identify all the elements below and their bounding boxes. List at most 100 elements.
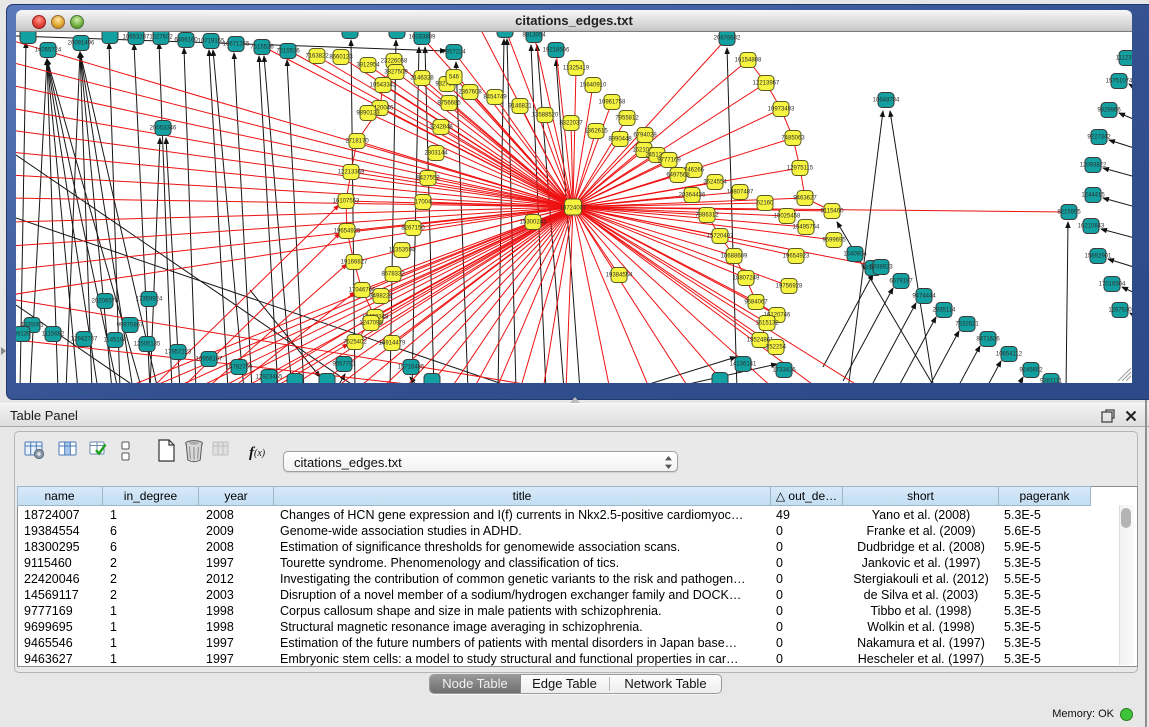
- svg-text:7515526: 7515526: [276, 49, 300, 55]
- svg-text:16107553: 16107553: [333, 199, 360, 205]
- svg-text:19384554: 19384554: [606, 273, 633, 279]
- svg-text:11353594: 11353594: [389, 248, 416, 254]
- svg-text:20364436: 20364436: [679, 193, 706, 199]
- svg-text:8215955: 8215955: [1057, 210, 1081, 216]
- svg-text:10719155: 10719155: [198, 39, 225, 45]
- svg-text:12093822: 12093822: [1080, 163, 1107, 169]
- svg-text:6497568: 6497568: [666, 173, 690, 179]
- svg-text:16033809: 16033809: [409, 35, 436, 41]
- svg-text:7625402: 7625402: [343, 340, 367, 346]
- svg-text:7357224: 7357224: [442, 50, 466, 56]
- svg-text:3624554: 3624554: [703, 180, 727, 186]
- svg-text:17004: 17004: [415, 200, 432, 206]
- svg-text:5938923: 5938923: [869, 265, 893, 271]
- svg-text:10961758: 10961758: [599, 100, 626, 106]
- svg-text:6466160: 6466160: [174, 38, 198, 44]
- svg-text:8678332: 8678332: [381, 272, 405, 278]
- svg-text:16154808: 16154808: [735, 58, 762, 64]
- svg-text:1527602: 1527602: [149, 35, 173, 41]
- svg-text:9115460: 9115460: [821, 209, 845, 215]
- svg-text:15692901: 15692901: [1085, 254, 1112, 260]
- svg-text:1112384: 1112384: [1116, 56, 1132, 62]
- svg-text:8756685: 8756685: [437, 101, 461, 107]
- svg-text:1362615: 1362615: [584, 129, 608, 135]
- svg-text:15720407: 15720407: [707, 234, 734, 240]
- svg-text:12923465: 12923465: [256, 375, 283, 381]
- svg-text:19654923: 19654923: [783, 254, 810, 260]
- svg-text:9146821: 9146821: [508, 104, 532, 110]
- svg-text:8471626: 8471626: [976, 337, 1000, 343]
- svg-text:546: 546: [449, 75, 460, 81]
- svg-text:1145194: 1145194: [104, 338, 128, 344]
- svg-text:13588520: 13588520: [532, 113, 559, 119]
- svg-text:12942737: 12942737: [71, 337, 98, 343]
- svg-text:8660123: 8660123: [329, 55, 353, 61]
- svg-text:3498222: 3498222: [369, 294, 393, 300]
- svg-text:1244415: 1244415: [1081, 193, 1105, 199]
- svg-text:7485063: 7485063: [781, 136, 805, 142]
- svg-text:6679197: 6679197: [889, 279, 913, 285]
- svg-text:3912954: 3912954: [356, 63, 380, 69]
- svg-text:99975867: 99975867: [117, 323, 144, 329]
- svg-text:1267530: 1267530: [1108, 308, 1132, 314]
- svg-text:2803144: 2803144: [424, 151, 448, 157]
- svg-text:16914479: 16914479: [379, 341, 406, 347]
- svg-text:2367608: 2367608: [458, 90, 482, 96]
- svg-text:2935114: 2935114: [933, 308, 957, 314]
- svg-text:39139: 39139: [16, 332, 31, 338]
- svg-text:10654112: 10654112: [996, 352, 1023, 358]
- svg-text:12213967: 12213967: [753, 81, 780, 87]
- svg-text:9657791: 9657791: [332, 362, 356, 368]
- svg-text:20053346: 20053346: [150, 126, 177, 132]
- svg-text:14136141: 14136141: [730, 362, 757, 368]
- svg-text:(x): (x): [254, 448, 266, 459]
- svg-text:11325419: 11325419: [563, 66, 590, 72]
- svg-text:3242848: 3242848: [429, 125, 453, 131]
- svg-text:8322037: 8322037: [559, 121, 583, 127]
- svg-text:1115682: 1115682: [42, 332, 65, 338]
- svg-text:19218506: 19218506: [543, 48, 570, 54]
- svg-text:10973493: 10973493: [768, 107, 795, 113]
- svg-text:18807249: 18807249: [733, 276, 760, 282]
- svg-text:15495754: 15495754: [793, 225, 820, 231]
- svg-text:10688609: 10688609: [721, 254, 748, 260]
- svg-text:20206576: 20206576: [92, 299, 119, 305]
- svg-text:8454749: 8454749: [483, 95, 507, 101]
- svg-text:252254: 252254: [766, 345, 787, 351]
- svg-text:8267150: 8267150: [401, 226, 425, 232]
- svg-text:7955812: 7955812: [615, 116, 639, 122]
- svg-text:16210643: 16210643: [1078, 224, 1105, 230]
- svg-text:10648784: 10648784: [873, 98, 900, 104]
- svg-text:17016504: 17016504: [1099, 282, 1126, 288]
- svg-text:9381111: 9381111: [1040, 379, 1063, 384]
- svg-text:9699695: 9699695: [822, 238, 846, 244]
- svg-text:10543342: 10543342: [370, 83, 397, 89]
- svg-text:8427552: 8427552: [416, 176, 440, 182]
- svg-text:9227342: 9227342: [1087, 135, 1111, 141]
- svg-text:23226058: 23226058: [381, 59, 408, 65]
- svg-text:7886312: 7886312: [695, 213, 719, 219]
- svg-text:3827509: 3827509: [384, 70, 408, 76]
- svg-text:8813054: 8813054: [522, 33, 546, 39]
- svg-text:9777169: 9777169: [657, 158, 681, 164]
- svg-text:1615132: 1615132: [755, 321, 779, 327]
- svg-text:20091406: 20091406: [68, 41, 95, 47]
- svg-text:19166827: 19166827: [341, 260, 368, 266]
- svg-text:17359924: 17359924: [136, 297, 163, 303]
- svg-text:9890123: 9890123: [356, 111, 380, 117]
- svg-text:1640934: 1640934: [843, 252, 867, 258]
- svg-text:3146328: 3146328: [410, 76, 434, 82]
- svg-text:20876682: 20876682: [714, 36, 741, 42]
- svg-text:10653287: 10653287: [123, 35, 150, 41]
- svg-text:14055724: 14055724: [35, 48, 62, 54]
- svg-text:15751074: 15751074: [1106, 79, 1132, 85]
- svg-text:18724007: 18724007: [560, 206, 587, 212]
- svg-text:8990448: 8990448: [608, 137, 632, 143]
- svg-text:9474444: 9474444: [912, 294, 936, 300]
- svg-text:9684067: 9684067: [744, 300, 768, 306]
- svg-text:10958107: 10958107: [196, 357, 223, 363]
- svg-text:1733426: 1733426: [772, 368, 796, 374]
- svg-text:9463627: 9463627: [793, 196, 817, 202]
- svg-text:9245652: 9245652: [1019, 368, 1043, 374]
- svg-text:7632621: 7632621: [955, 322, 979, 328]
